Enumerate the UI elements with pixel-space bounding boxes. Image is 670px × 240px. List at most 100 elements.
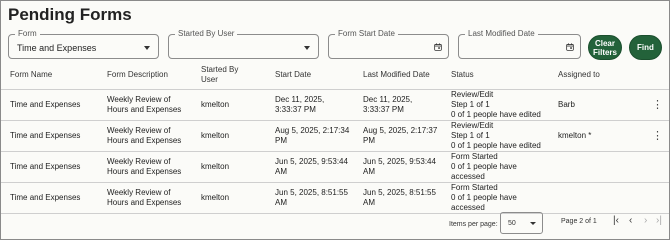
cell-assigned-to: kmelton * <box>549 119 626 151</box>
chevron-down-icon <box>530 222 536 225</box>
form-start-date-field[interactable]: Form Start Date <box>328 28 449 59</box>
column-header-actions <box>626 61 669 89</box>
table-row[interactable]: Time and Expenses Weekly Review of Hours … <box>1 88 669 120</box>
cell-start-date: Jun 5, 2025, 9:53:44 AM <box>266 150 354 182</box>
cell-status: Review/Edit Step 1 of 10 of 1 people have… <box>442 119 549 151</box>
text-line: Weekly Review of <box>107 94 171 104</box>
chevron-right-icon[interactable]: › <box>644 215 647 227</box>
chevron-down-icon <box>144 46 150 50</box>
text-line: AM <box>275 166 287 176</box>
cell-status: Review/Edit Step 1 of 10 of 1 people have… <box>442 88 549 120</box>
calendar-icon[interactable] <box>434 43 442 51</box>
cell-actions <box>626 181 669 214</box>
cell-assigned-to: Barb <box>549 88 626 120</box>
cell-form-description: Weekly Review of Hours and Expenses <box>98 181 192 214</box>
form-select[interactable]: Form Time and Expenses <box>8 28 159 59</box>
text-line: 0 of 1 people have edited <box>451 109 541 119</box>
text-line: Aug 5, 2025, 2:17:37 <box>363 125 438 135</box>
more-vert-icon[interactable]: ⋮ <box>652 130 663 142</box>
cell-assigned-to <box>549 181 626 214</box>
column-header-start-date[interactable]: Start Date <box>266 61 354 89</box>
column-header-assigned-to[interactable]: Assigned to <box>549 61 626 89</box>
cell-form-description: Weekly Review of Hours and Expenses <box>98 150 192 182</box>
items-per-page-select[interactable]: 50 <box>500 212 543 234</box>
form-select-legend: Form <box>15 28 40 40</box>
column-header-form-description[interactable]: Form Description <box>98 61 192 89</box>
text-line: Jun 5, 2025, 9:53:44 <box>275 156 348 166</box>
text-line: Review/Edit <box>451 120 494 130</box>
text-line: 3:33:37 PM <box>275 104 316 114</box>
cell-start-date: Dec 11, 2025, 3:33:37 PM <box>266 88 354 120</box>
calendar-icon[interactable] <box>566 43 574 51</box>
more-vert-icon[interactable]: ⋮ <box>652 99 663 111</box>
text-line: Weekly Review of <box>107 187 171 197</box>
text-line: Hours and Expenses <box>107 104 182 114</box>
pending-forms-panel: Pending Forms Form Time and Expenses Sta… <box>0 0 670 240</box>
last-page-icon[interactable]: ›| <box>656 215 662 227</box>
cell-actions <box>626 150 669 182</box>
text-line: 0 of 1 people have <box>451 161 517 171</box>
text-line: Hours and Expenses <box>107 135 182 145</box>
find-button[interactable]: Find <box>629 35 662 60</box>
text-line: Dec 11, 2025, <box>363 94 413 104</box>
cell-status: Form Started 0 of 1 people have accessed <box>442 181 549 214</box>
first-page-icon[interactable]: |‹ <box>613 215 619 227</box>
form-start-date-legend: Form Start Date <box>335 28 398 40</box>
clear-filters-label-line2: Filters <box>592 47 617 57</box>
text-line: AM <box>363 166 375 176</box>
text-line: Step 1 of 1 <box>451 130 490 140</box>
find-button-label: Find <box>637 43 654 52</box>
text-line: Form Started <box>451 151 498 161</box>
table-row[interactable]: Time and Expenses Weekly Review of Hours … <box>1 181 669 214</box>
cell-status: Form Started 0 of 1 people have accessed <box>442 150 549 182</box>
cell-start-date: Aug 5, 2025, 2:17:34 PM <box>266 119 354 151</box>
page-title: Pending Forms <box>8 5 132 24</box>
cell-started-by-user: kmelton <box>192 150 266 182</box>
cell-last-modified-date: Jun 5, 2025, 8:51:55 AM <box>354 181 442 214</box>
cell-actions: ⋮ <box>626 119 669 151</box>
cell-actions: ⋮ <box>626 88 669 120</box>
text-line: accessed <box>451 202 485 212</box>
pending-forms-table: Form Name Form Description Started By Use… <box>1 61 669 214</box>
chevron-down-icon <box>304 46 310 50</box>
column-header-started-by-user[interactable]: Started By User <box>192 61 266 89</box>
cell-form-description: Weekly Review of Hours and Expenses <box>98 88 192 120</box>
text-line: PM <box>363 135 375 145</box>
text-line: 0 of 1 people have edited <box>451 140 541 150</box>
column-header-last-modified-date[interactable]: Last Modified Date <box>354 61 442 89</box>
last-modified-date-legend: Last Modified Date <box>465 28 538 40</box>
cell-start-date: Jun 5, 2025, 8:51:55 AM <box>266 181 354 214</box>
cell-last-modified-date: Dec 11, 2025, 3:33:37 PM <box>354 88 442 120</box>
text-line: 0 of 1 people have <box>451 192 517 202</box>
text-line: AM <box>363 197 375 207</box>
text-line: Jun 5, 2025, 8:51:55 <box>363 187 436 197</box>
column-header-status[interactable]: Status <box>442 61 549 89</box>
started-by-user-legend: Started By User <box>175 28 238 40</box>
text-line: Hours and Expenses <box>107 166 182 176</box>
cell-form-name: Time and Expenses <box>1 181 98 214</box>
clear-filters-label-line1: Clear <box>594 38 615 48</box>
text-line: Jun 5, 2025, 9:53:44 <box>363 156 436 166</box>
last-modified-date-field[interactable]: Last Modified Date <box>458 28 581 59</box>
column-header-form-name[interactable]: Form Name <box>1 61 98 89</box>
text-line: Form Started <box>451 182 498 192</box>
clear-filters-button[interactable]: Clear Filters <box>588 35 622 60</box>
header-line: User <box>201 74 218 84</box>
started-by-user-select[interactable]: Started By User <box>168 28 319 59</box>
cell-form-name: Time and Expenses <box>1 119 98 151</box>
text-line: Aug 5, 2025, 2:17:34 <box>275 125 350 135</box>
items-per-page-label: Items per page: <box>449 221 498 228</box>
text-line: accessed <box>451 171 485 181</box>
table-header-row: Form Name Form Description Started By Use… <box>1 61 669 89</box>
cell-last-modified-date: Aug 5, 2025, 2:17:37 PM <box>354 119 442 151</box>
cell-started-by-user: kmelton <box>192 119 266 151</box>
cell-form-description: Weekly Review of Hours and Expenses <box>98 119 192 151</box>
text-line: Jun 5, 2025, 8:51:55 <box>275 187 348 197</box>
pagination-bar: Items per page: 50 Page 2 of 1 |‹ ‹ › ›| <box>1 212 669 236</box>
form-select-value: Time and Expenses <box>17 43 97 53</box>
chevron-left-icon[interactable]: ‹ <box>629 215 632 227</box>
table-row[interactable]: Time and Expenses Weekly Review of Hours … <box>1 150 669 182</box>
text-line: AM <box>275 197 287 207</box>
cell-form-name: Time and Expenses <box>1 88 98 120</box>
table-row[interactable]: Time and Expenses Weekly Review of Hours … <box>1 119 669 151</box>
